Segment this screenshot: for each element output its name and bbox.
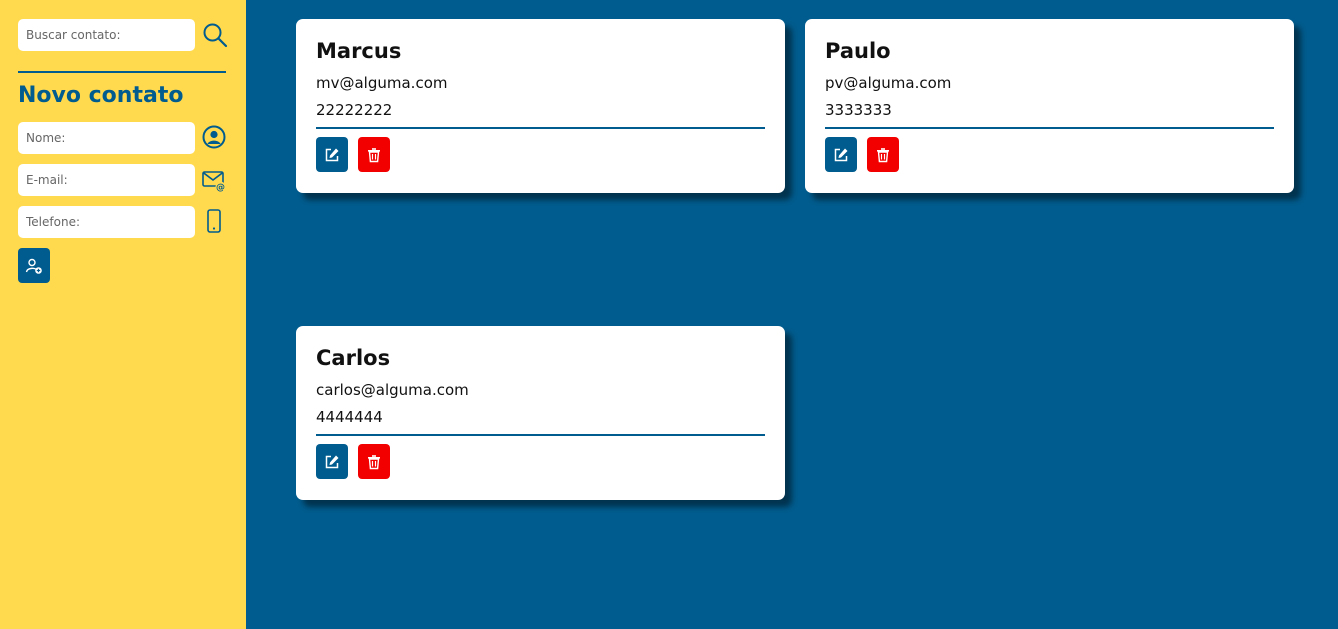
card-divider	[825, 127, 1274, 129]
add-contact-button[interactable]	[18, 248, 50, 283]
contact-phone: 4444444	[316, 408, 383, 426]
search-input[interactable]	[18, 19, 195, 51]
trash-icon	[877, 147, 889, 162]
edit-button[interactable]	[825, 137, 857, 172]
contact-name: Carlos	[316, 346, 391, 370]
edit-button[interactable]	[316, 137, 348, 172]
name-input[interactable]	[18, 122, 195, 154]
envelope-at-icon: @	[202, 171, 226, 192]
contact-name: Paulo	[825, 39, 891, 63]
edit-icon	[834, 148, 848, 161]
svg-text:@: @	[216, 183, 225, 192]
delete-button[interactable]	[358, 444, 390, 479]
name-field-row	[18, 122, 195, 154]
form-title: Novo contato	[18, 83, 184, 108]
edit-button[interactable]	[316, 444, 348, 479]
card-divider	[316, 434, 765, 436]
email-field-row	[18, 164, 195, 196]
sidebar: Novo contato @	[0, 0, 246, 629]
trash-icon	[368, 147, 380, 162]
phone-input[interactable]	[18, 206, 195, 238]
contact-email: mv@alguma.com	[316, 74, 448, 92]
contact-email: pv@alguma.com	[825, 74, 952, 92]
card-divider	[316, 127, 765, 129]
contact-phone: 3333333	[825, 101, 892, 119]
contact-phone: 22222222	[316, 101, 393, 119]
delete-button[interactable]	[867, 137, 899, 172]
search-row	[18, 19, 195, 51]
smartphone-icon	[207, 209, 221, 233]
add-user-icon	[25, 258, 42, 274]
trash-icon	[368, 454, 380, 469]
contact-card: Marcus mv@alguma.com 22222222	[296, 19, 785, 193]
email-input[interactable]	[18, 164, 195, 196]
phone-field-row	[18, 206, 195, 238]
contact-email: carlos@alguma.com	[316, 381, 469, 399]
contact-card: Carlos carlos@alguma.com 4444444	[296, 326, 785, 500]
user-circle-icon	[202, 125, 226, 149]
edit-icon	[325, 148, 339, 161]
delete-button[interactable]	[358, 137, 390, 172]
contact-card: Paulo pv@alguma.com 3333333	[805, 19, 1294, 193]
contact-name: Marcus	[316, 39, 402, 63]
edit-icon	[325, 455, 339, 468]
sidebar-divider	[18, 71, 226, 73]
search-icon[interactable]	[202, 22, 228, 48]
